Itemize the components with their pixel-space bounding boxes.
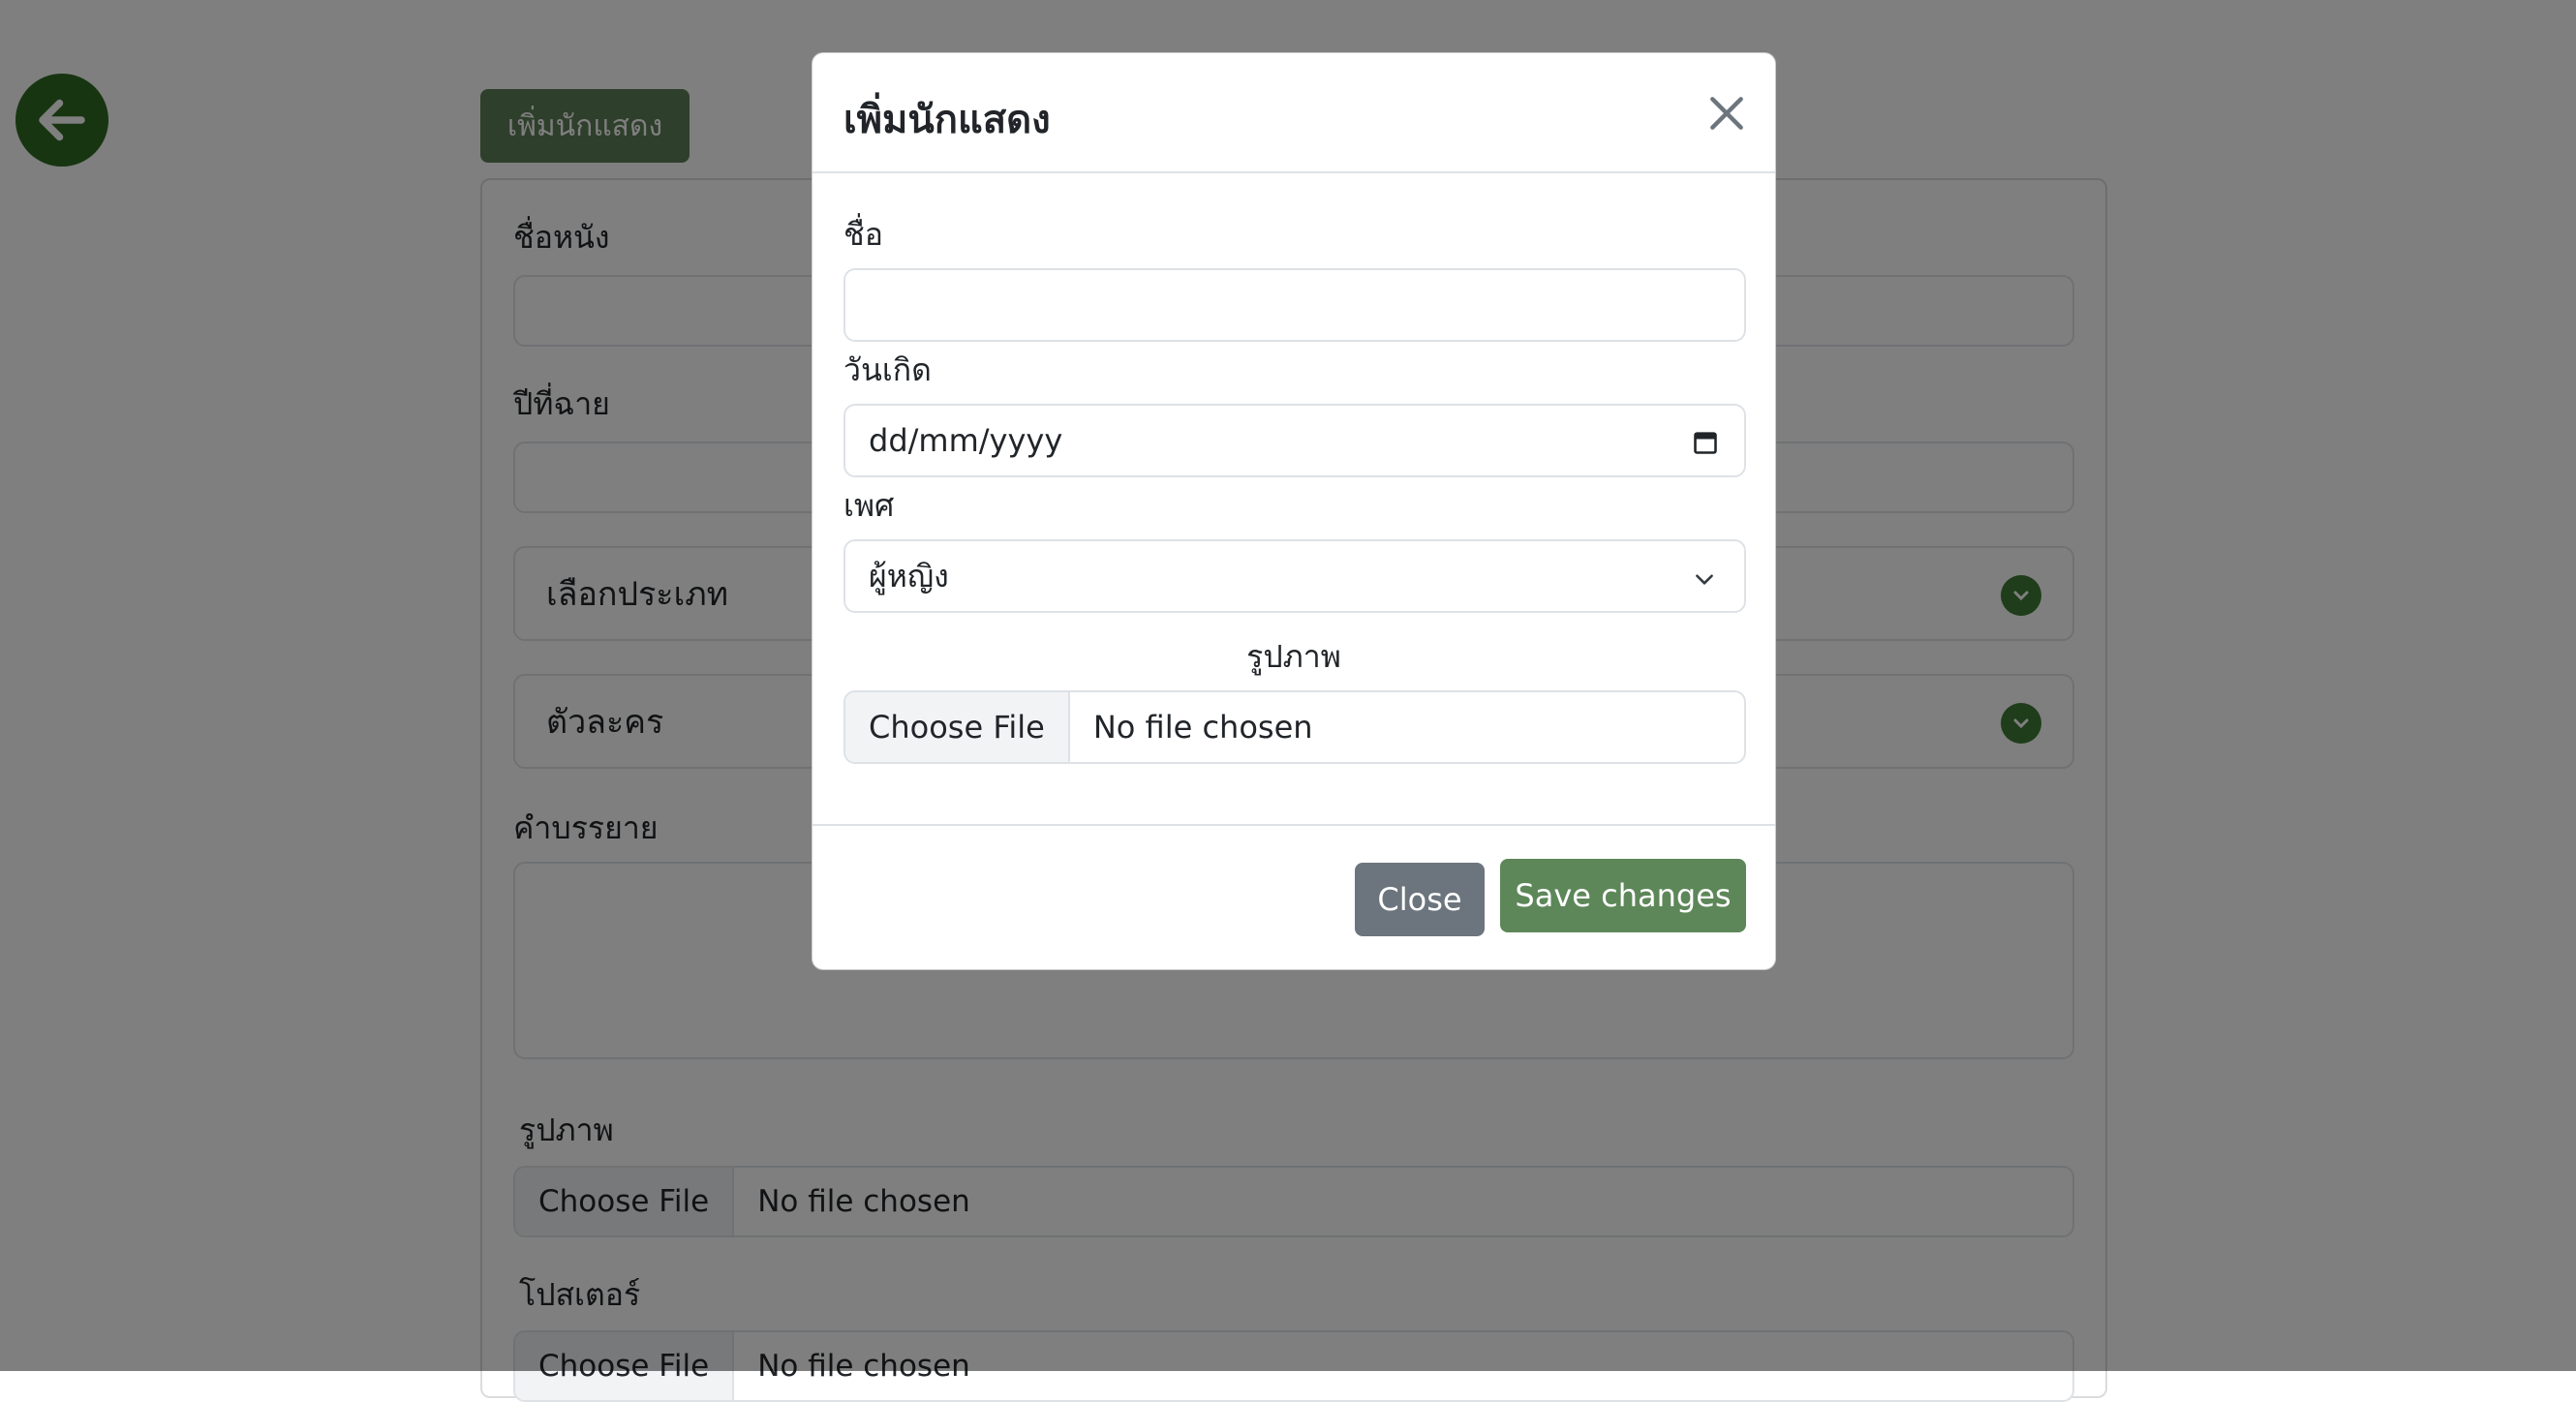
birthdate-label: วันเกิด	[843, 351, 932, 388]
add-actor-modal: เพิ่มนักแสดง ชื่อ วันเกิด dd/mm/yyyy เพศ…	[812, 52, 1776, 970]
close-icon[interactable]	[1705, 92, 1748, 135]
choose-file-button[interactable]: Choose File	[845, 692, 1070, 762]
save-changes-button[interactable]: Save changes	[1500, 859, 1746, 932]
modal-footer-divider	[813, 824, 1775, 826]
calendar-icon[interactable]	[1692, 429, 1719, 456]
image-label: รูปภาพ	[1246, 638, 1341, 675]
name-label: ชื่อ	[843, 216, 883, 253]
name-field[interactable]	[843, 268, 1746, 342]
gender-select[interactable]: ผู้หญิง	[843, 539, 1746, 613]
birthdate-placeholder: dd/mm/yyyy	[869, 422, 1063, 459]
modal-header: เพิ่มนักแสดง	[813, 53, 1775, 173]
name-input[interactable]	[869, 286, 1721, 324]
modal-title: เพิ่มนักแสดง	[843, 98, 1051, 142]
close-button[interactable]: Close	[1355, 863, 1485, 936]
gender-selected-value: ผู้หญิง	[869, 557, 949, 594]
chevron-down-icon	[1696, 574, 1713, 585]
birthdate-field[interactable]: dd/mm/yyyy	[843, 404, 1746, 477]
image-file-input[interactable]: Choose File No file chosen	[843, 690, 1746, 764]
gender-label: เพศ	[843, 487, 895, 524]
file-status: No file chosen	[1092, 709, 1313, 746]
